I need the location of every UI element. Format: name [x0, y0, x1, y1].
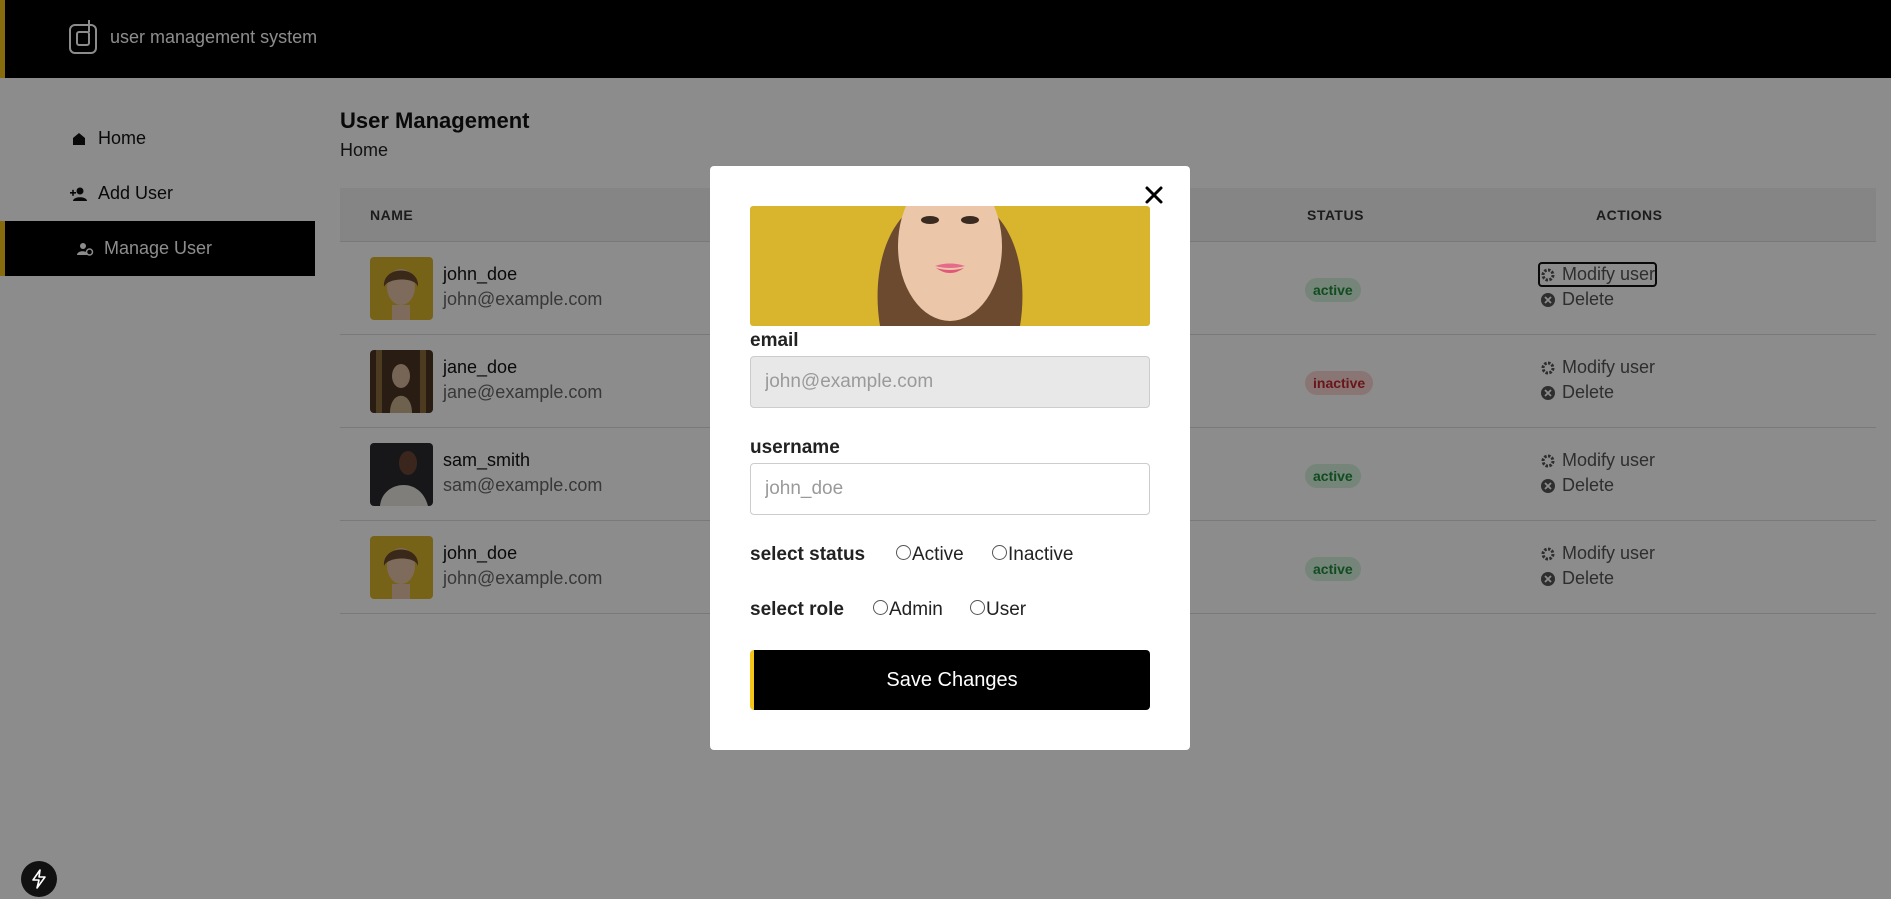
role-user-radio[interactable]: User [970, 599, 1026, 621]
status-label: select status [750, 544, 866, 565]
username-field[interactable] [750, 463, 1150, 515]
email-label: email [750, 330, 799, 351]
username-label: username [750, 437, 840, 458]
radio-icon [896, 544, 911, 560]
edit-user-modal: email username select status Active Inac… [710, 166, 1190, 750]
status-inactive-radio[interactable]: Inactive [992, 544, 1073, 566]
lightning-icon [32, 869, 46, 889]
lightning-button[interactable] [21, 861, 57, 897]
role-label: select role [750, 599, 844, 620]
user-photo [750, 206, 1150, 326]
close-icon[interactable] [1142, 183, 1166, 207]
email-field[interactable] [750, 356, 1150, 408]
radio-icon [992, 544, 1007, 560]
radio-icon [970, 599, 985, 615]
radio-icon [873, 599, 888, 615]
status-active-radio[interactable]: Active [896, 544, 964, 566]
save-changes-button[interactable]: Save Changes [750, 650, 1150, 710]
role-admin-radio[interactable]: Admin [873, 599, 943, 621]
